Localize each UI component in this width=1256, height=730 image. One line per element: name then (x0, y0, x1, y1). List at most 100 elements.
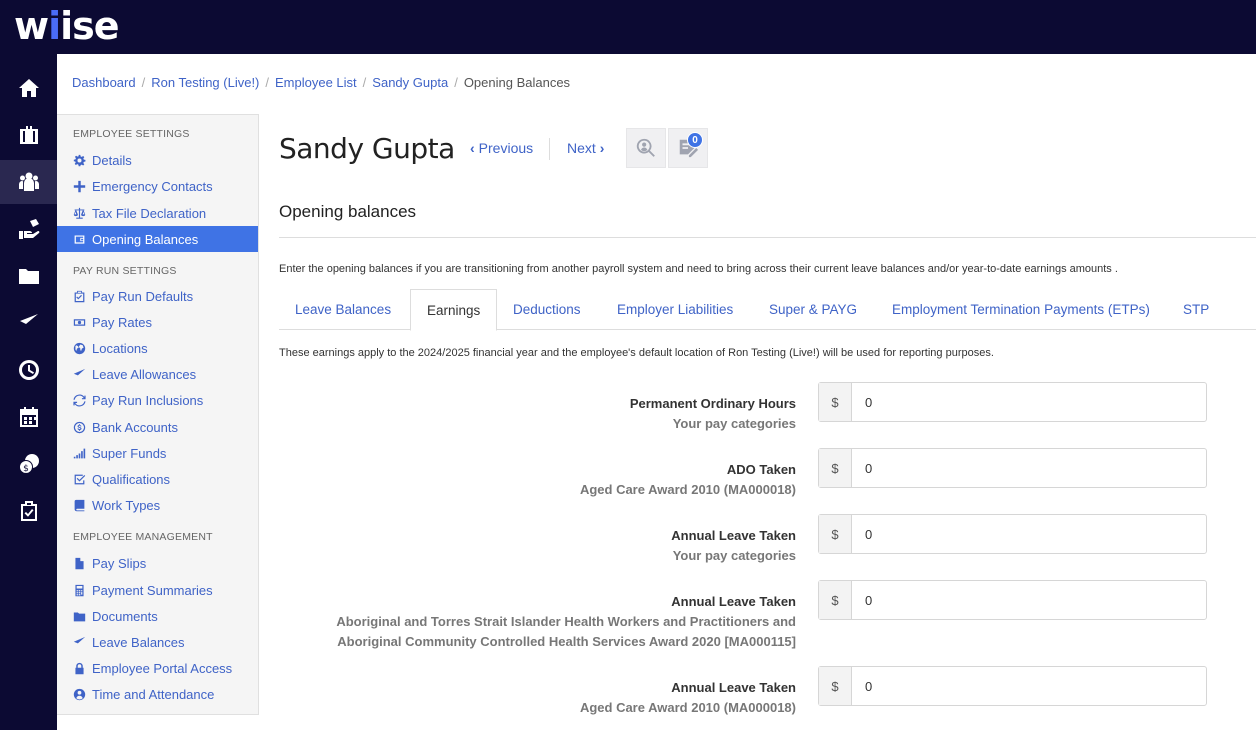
file-icon (74, 557, 84, 569)
panel-item-emergency-contacts[interactable]: Emergency Contacts (57, 173, 258, 199)
panel-item-opening-balances[interactable]: Opening Balances (57, 226, 258, 252)
amount-field-permanent-ordinary-hours: $ (818, 382, 1207, 422)
panel-item-documents[interactable]: Documents (57, 603, 258, 629)
employee-notes-button[interactable]: 0 (668, 128, 708, 168)
panel-item-locations[interactable]: Locations (57, 335, 258, 361)
panel-item-time-and-attendance[interactable]: Time and Attendance (57, 681, 258, 707)
panel-item-pay-run-inclusions[interactable]: Pay Run Inclusions (57, 387, 258, 413)
user-search-icon (636, 138, 655, 157)
plane-icon (73, 368, 85, 379)
tab-leave-balances[interactable]: Leave Balances (279, 289, 407, 330)
employee-name: Sandy Gupta (279, 132, 455, 165)
intro-text: Enter the opening balances if you are tr… (279, 263, 1118, 275)
signal-bars-icon (73, 448, 85, 458)
refresh-icon (72, 394, 86, 406)
panel-heading-employee-settings: EMPLOYEE SETTINGS (73, 128, 190, 140)
tab-employer-liabilities[interactable]: Employer Liabilities (601, 289, 749, 330)
rail-time[interactable] (0, 348, 57, 392)
wallet-icon (74, 234, 84, 244)
rail-payroll[interactable]: $ (0, 442, 57, 486)
user-clock-icon (73, 688, 85, 700)
calculator-icon (74, 584, 84, 596)
amount-field-annual-leave-taken: $ (818, 514, 1207, 554)
currency-addon: $ (819, 383, 852, 421)
book-icon (74, 499, 84, 511)
clock-icon (18, 360, 39, 380)
field-label-permanent-ordinary-hours: Permanent Ordinary Hours Your pay catego… (629, 396, 796, 431)
tab-earnings[interactable]: Earnings (410, 289, 498, 331)
breadcrumb-current: Opening Balances (463, 75, 571, 90)
money-icon (73, 318, 85, 326)
panel-item-tax-file-declaration[interactable]: Tax File Declaration (57, 200, 258, 226)
calendar-icon (19, 407, 38, 427)
breadcrumb-employee[interactable]: Sandy Gupta (372, 75, 448, 90)
gear-icon (73, 154, 85, 166)
rail-payments[interactable] (0, 207, 57, 251)
plane-icon (19, 314, 38, 330)
panel-item-work-types[interactable]: Work Types (57, 492, 258, 518)
panel-item-employee-portal-access[interactable]: Employee Portal Access (57, 655, 258, 681)
amount-input[interactable] (852, 581, 1206, 619)
currency-addon: $ (819, 515, 852, 553)
earnings-note: These earnings apply to the 2024/2025 fi… (279, 347, 994, 359)
wiise-logo[interactable]: wiise (14, 6, 120, 46)
clipboard-icon (74, 290, 84, 302)
folder-icon (18, 269, 39, 284)
scales-icon (73, 207, 85, 219)
rail-employees[interactable] (0, 160, 57, 204)
rail-tasks[interactable] (0, 489, 57, 533)
breadcrumb-dashboard[interactable]: Dashboard (72, 75, 136, 90)
tab-stp[interactable]: STP (1167, 289, 1225, 330)
rail-home[interactable] (0, 66, 57, 110)
field-label-annual-leave-taken: Annual Leave Taken Your pay categories (671, 528, 796, 563)
employee-settings-panel: EMPLOYEE SETTINGS Details Emergency Cont… (57, 114, 259, 715)
tab-super-payg[interactable]: Super & PAYG (753, 289, 873, 330)
amount-input[interactable] (852, 515, 1206, 553)
panel-heading-employee-management: EMPLOYEE MANAGEMENT (73, 531, 213, 543)
breadcrumb-employee-list[interactable]: Employee List (275, 75, 357, 90)
employee-lookup-button[interactable] (626, 128, 666, 168)
panel-item-pay-rates[interactable]: Pay Rates (57, 309, 258, 335)
checkbox-icon (74, 474, 85, 484)
panel-item-super-funds[interactable]: Super Funds (57, 440, 258, 466)
amount-input[interactable] (852, 449, 1206, 487)
panel-item-payment-summaries[interactable]: Payment Summaries (57, 577, 258, 603)
dollar-circle-icon (73, 421, 85, 433)
clipboard-check-icon (20, 501, 37, 521)
amount-input[interactable] (852, 383, 1206, 421)
panel-heading-pay-run-settings: PAY RUN SETTINGS (73, 265, 177, 277)
breadcrumb-business[interactable]: Ron Testing (Live!) (151, 75, 259, 90)
amount-input[interactable] (852, 667, 1206, 705)
tab-deductions[interactable]: Deductions (497, 289, 597, 330)
amount-field-ado-taken: $ (818, 448, 1207, 488)
coins-icon: $ (18, 454, 39, 474)
lock-icon (74, 662, 84, 674)
balance-tabs: Leave Balances Earnings Deductions Emplo… (279, 289, 1256, 331)
rail-leave[interactable] (0, 301, 57, 345)
rail-documents[interactable] (0, 254, 57, 298)
chevron-left-icon: ‹ (470, 140, 475, 156)
section-title: Opening balances (279, 202, 417, 221)
previous-employee-button[interactable]: ‹ Previous (466, 140, 533, 156)
panel-item-bank-accounts[interactable]: Bank Accounts (57, 414, 258, 440)
panel-item-leave-allowances[interactable]: Leave Allowances (57, 361, 258, 387)
globe-icon (73, 342, 85, 354)
panel-item-leave-balances[interactable]: Leave Balances (57, 629, 258, 655)
panel-item-qualifications[interactable]: Qualifications (57, 466, 258, 492)
rail-business[interactable] (0, 113, 57, 157)
plane-icon (73, 636, 85, 647)
home-icon (18, 79, 39, 97)
folder-icon (73, 611, 85, 621)
rail-calendar[interactable] (0, 395, 57, 439)
panel-item-pay-slips[interactable]: Pay Slips (57, 550, 258, 576)
people-icon (18, 172, 39, 191)
amount-field-annual-leave-taken-aged-care: $ (818, 666, 1207, 706)
field-label-ado-taken: ADO Taken Aged Care Award 2010 (MA000018… (579, 462, 796, 497)
top-bar: wiise (0, 0, 1256, 54)
tab-etps[interactable]: Employment Termination Payments (ETPs) (876, 289, 1166, 330)
field-label-annual-leave-taken-atsi: Annual Leave Taken Aboriginal and Torres… (336, 594, 796, 649)
panel-item-details[interactable]: Details (57, 147, 258, 173)
next-employee-button[interactable]: Next › (567, 140, 608, 156)
amount-field-annual-leave-taken-atsi: $ (818, 580, 1207, 620)
panel-item-pay-run-defaults[interactable]: Pay Run Defaults (57, 283, 258, 309)
